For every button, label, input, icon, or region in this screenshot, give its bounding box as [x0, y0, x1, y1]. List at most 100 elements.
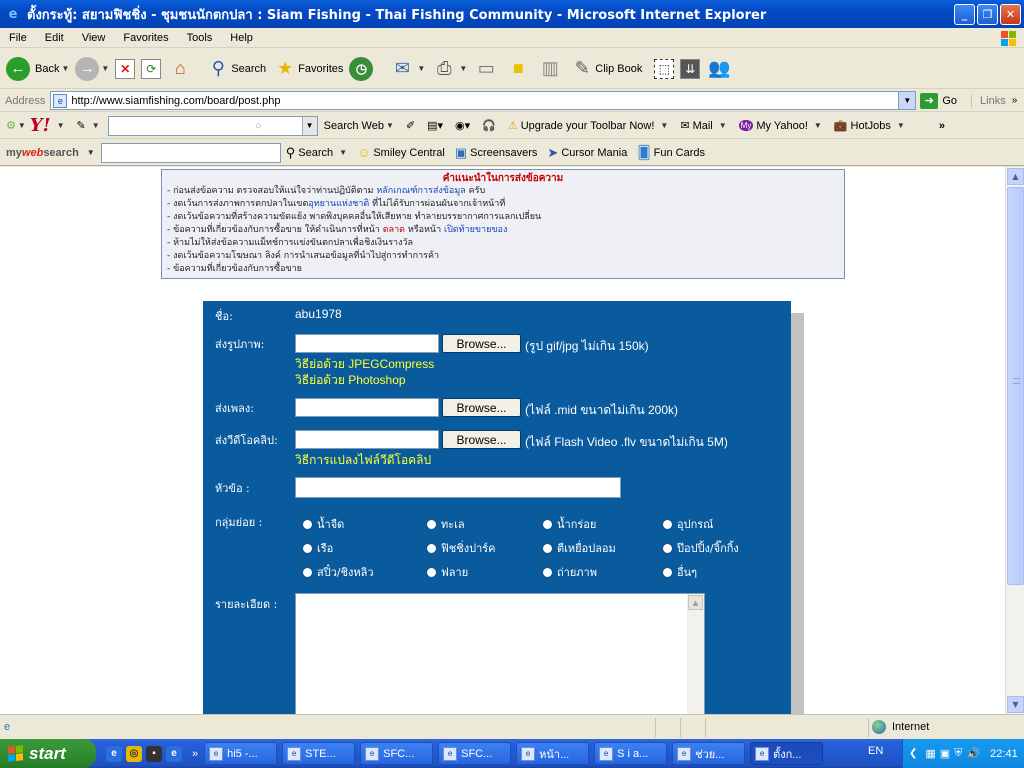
detail-textarea[interactable]: ▲	[295, 593, 705, 714]
yahoo-mail-dropdown-icon[interactable]: ▼	[719, 121, 727, 130]
taskbar-item[interactable]: e STE...	[282, 742, 356, 765]
group-radio-other[interactable]: อื่นๆ	[662, 563, 697, 581]
group-radio-spinning[interactable]: สปิ๋ว/ชิงหลิว	[302, 563, 374, 581]
taskbar-item[interactable]: e hi5 -...	[204, 742, 278, 765]
toolbar-settings-icon[interactable]: ⚙	[6, 119, 16, 132]
yahoo-search-dropdown-icon[interactable]: ▼	[301, 116, 317, 135]
start-button[interactable]: start	[0, 739, 96, 768]
yahoo-logo[interactable]: Y!	[30, 115, 51, 136]
scroll-down-arrow-icon[interactable]: ▼	[1007, 696, 1024, 713]
menu-help[interactable]: Help	[221, 32, 262, 44]
market-link[interactable]: ตลาด	[383, 225, 405, 235]
taskbar-item[interactable]: eS i a...	[594, 742, 668, 765]
menu-favorites[interactable]: Favorites	[114, 32, 177, 44]
subject-input[interactable]	[295, 477, 621, 498]
hotjobs-dropdown-icon[interactable]: ▼	[897, 121, 905, 130]
menu-view[interactable]: View	[73, 32, 115, 44]
my-yahoo-dropdown-icon[interactable]: ▼	[814, 121, 822, 130]
mail-dropdown-icon[interactable]: ▼	[417, 64, 425, 73]
clipbook-button[interactable]: ✎ Clip Book	[569, 56, 643, 82]
ie2-quicklaunch-icon[interactable]: e	[166, 745, 182, 762]
ico-quicklaunch-icon[interactable]: ▪	[146, 745, 162, 762]
print-button[interactable]: ⎙ ▼	[431, 56, 467, 82]
upgrade-toolbar-button[interactable]: ⚠ Upgrade your Toolbar Now! ▼	[502, 119, 675, 133]
menu-edit[interactable]: Edit	[36, 32, 73, 44]
search-button[interactable]: ⚲ Search	[205, 56, 266, 82]
menu-file[interactable]: File	[0, 32, 36, 44]
maximize-button[interactable]: ❐	[977, 3, 998, 25]
video-browse-button[interactable]: Browse...	[442, 430, 521, 449]
search-web-button[interactable]: Search Web ▼	[318, 120, 400, 132]
pencil-dropdown-icon[interactable]: ▼	[92, 121, 100, 130]
yahoo-more-chevron-icon[interactable]: »	[939, 120, 945, 132]
cursor-mania-button[interactable]: ➤ Cursor Mania	[542, 145, 632, 161]
back-button[interactable]: ← Back ▼	[6, 56, 69, 81]
tray-expand-icon[interactable]: ❮	[909, 748, 917, 759]
image-file-input[interactable]	[295, 334, 439, 353]
go-button[interactable]: ➜ Go	[920, 92, 957, 109]
fun-cards-button[interactable]: 🂠 Fun Cards	[632, 145, 710, 161]
quicklaunch-chevron-icon[interactable]: »	[192, 748, 198, 760]
scroll-up-arrow-icon[interactable]: ▲	[688, 595, 703, 610]
tray-volume-icon[interactable]: 🔊	[966, 747, 980, 760]
address-url[interactable]: http://www.siamfishing.com/board/post.ph…	[71, 95, 898, 107]
hotjobs-button[interactable]: 💼 HotJobs ▼	[828, 119, 911, 133]
group-radio-sea[interactable]: ทะเล	[426, 515, 465, 533]
group-radio-fly[interactable]: ฟลาย	[426, 563, 468, 581]
stop-button[interactable]: ✕	[115, 58, 136, 79]
forward-button[interactable]: → ▼	[75, 56, 109, 81]
address-dropdown-icon[interactable]: ▼	[898, 92, 916, 109]
back-dropdown-icon[interactable]: ▼	[61, 64, 69, 73]
search-web-dropdown-icon[interactable]: ▼	[386, 121, 394, 130]
edit-button[interactable]: ▭	[473, 56, 499, 82]
group-radio-brackish[interactable]: น้ำกร่อย	[542, 515, 596, 533]
address-input[interactable]: e http://www.siamfishing.com/board/post.…	[50, 91, 917, 110]
media-quicklaunch-icon[interactable]: ◎	[126, 745, 142, 762]
yahoo-dropdown-icon[interactable]: ▼	[57, 121, 65, 130]
group-radio-boat[interactable]: เรือ	[302, 539, 333, 557]
clock[interactable]: 22:41	[990, 748, 1018, 760]
close-button[interactable]: ✕	[1000, 3, 1021, 25]
mywebsearch-input[interactable]	[100, 142, 281, 163]
taskbar-item[interactable]: e SFC...	[360, 742, 434, 765]
ie-quicklaunch-icon[interactable]: e	[106, 745, 122, 762]
minimize-button[interactable]: _	[954, 3, 975, 25]
taskbar-item[interactable]: e หน้า...	[516, 742, 590, 765]
messenger-button[interactable]: 👥	[706, 56, 732, 82]
archive-button[interactable]: ⇊	[680, 58, 701, 79]
my-yahoo-button[interactable]: My My Yahoo! ▼	[733, 120, 828, 132]
group-radio-lure[interactable]: ตีเหยื่อปลอม	[542, 539, 616, 557]
tray-antivirus-icon[interactable]: ⛨	[954, 747, 962, 760]
links-chevron-icon[interactable]: »	[1012, 95, 1018, 106]
mail-button[interactable]: ✉ ▼	[389, 56, 425, 82]
mws-search-dropdown-icon[interactable]: ▼	[339, 148, 347, 157]
globe-settings-icon[interactable]: ◉▾	[449, 119, 476, 132]
photoshop-link[interactable]: วิธีย่อด้วย Photoshop	[295, 371, 406, 390]
textarea-scrollbar[interactable]: ▲	[687, 594, 704, 714]
home-button[interactable]: ⌂	[167, 56, 193, 82]
music-browse-button[interactable]: Browse...	[442, 398, 521, 417]
language-indicator[interactable]: EN	[868, 745, 883, 757]
pencil-icon[interactable]: ✎	[76, 119, 85, 132]
upgrade-dropdown-icon[interactable]: ▼	[660, 121, 668, 130]
group-radio-popping-jigging[interactable]: ป๊อปปิ้ง/จิ๊กกิ้ง	[662, 539, 739, 557]
mws-search-button[interactable]: ⚲ Search ▼	[281, 145, 352, 161]
taskbar-item[interactable]: e ช่วย...	[672, 742, 746, 765]
tray-network-icon[interactable]: ▦	[925, 747, 935, 760]
research-button[interactable]: ▥	[537, 56, 563, 82]
taskbar-item-active[interactable]: e ตั้งก...	[750, 742, 824, 765]
scroll-up-arrow-icon[interactable]: ▲	[1007, 168, 1024, 185]
refresh-button[interactable]: ⟳	[141, 58, 162, 79]
yahoo-mail-button[interactable]: ✉ Mail ▼	[674, 119, 732, 133]
menu-tools[interactable]: Tools	[178, 32, 222, 44]
group-radio-fishing-park[interactable]: ฟิชชิ่งปาร์ค	[426, 539, 496, 557]
page-scrollbar[interactable]: ▲ ▼	[1005, 167, 1024, 714]
layout-icon[interactable]: ▤▾	[421, 119, 449, 132]
video-file-input[interactable]	[295, 430, 439, 449]
yahoo-search-input[interactable]: ○ ▼	[107, 115, 318, 136]
history-button[interactable]: ◷	[349, 56, 374, 81]
smiley-central-button[interactable]: ☺ Smiley Central	[352, 145, 450, 160]
favorites-button[interactable]: ★ Favorites	[272, 56, 343, 82]
forward-dropdown-icon[interactable]: ▼	[101, 64, 109, 73]
links-button[interactable]: Links	[971, 94, 1006, 107]
